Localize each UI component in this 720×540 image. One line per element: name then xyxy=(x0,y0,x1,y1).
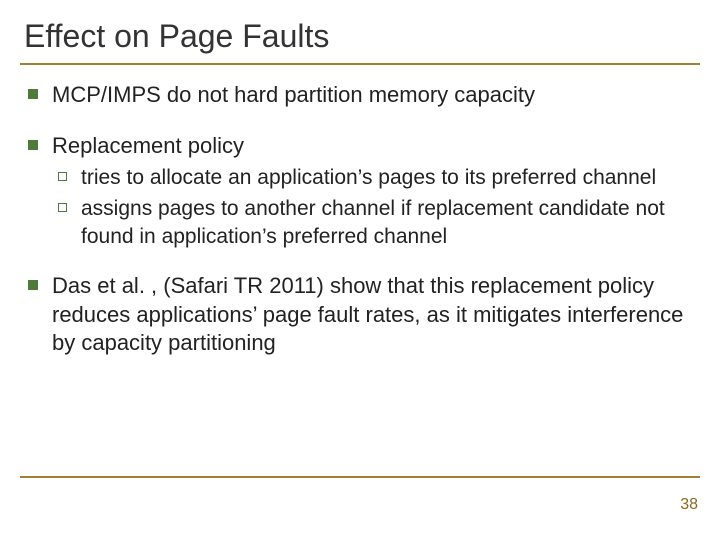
sub-bullet-item: assigns pages to another channel if repl… xyxy=(58,195,692,250)
square-bullet-icon xyxy=(28,140,38,150)
footer-rule xyxy=(20,476,700,478)
sub-bullet-list: tries to allocate an application’s pages… xyxy=(58,164,692,250)
sub-bullet-text: assigns pages to another channel if repl… xyxy=(81,195,692,250)
hollow-square-bullet-icon xyxy=(58,172,67,181)
slide-content: MCP/IMPS do not hard partition memory ca… xyxy=(20,81,700,358)
bullet-text: MCP/IMPS do not hard partition memory ca… xyxy=(52,81,692,110)
slide: Effect on Page Faults MCP/IMPS do not ha… xyxy=(0,0,720,540)
title-underline xyxy=(20,63,700,65)
page-number: 38 xyxy=(680,496,698,514)
bullet-item: Replacement policy xyxy=(28,132,692,161)
square-bullet-icon xyxy=(28,89,38,99)
hollow-square-bullet-icon xyxy=(58,203,67,212)
bullet-item: Das et al. , (Safari TR 2011) show that … xyxy=(28,272,692,358)
sub-bullet-item: tries to allocate an application’s pages… xyxy=(58,164,692,191)
bullet-text: Das et al. , (Safari TR 2011) show that … xyxy=(52,272,692,358)
sub-bullet-text: tries to allocate an application’s pages… xyxy=(81,164,692,191)
bullet-text: Replacement policy xyxy=(52,132,692,161)
bullet-item: MCP/IMPS do not hard partition memory ca… xyxy=(28,81,692,110)
slide-title: Effect on Page Faults xyxy=(20,18,700,55)
square-bullet-icon xyxy=(28,280,38,290)
